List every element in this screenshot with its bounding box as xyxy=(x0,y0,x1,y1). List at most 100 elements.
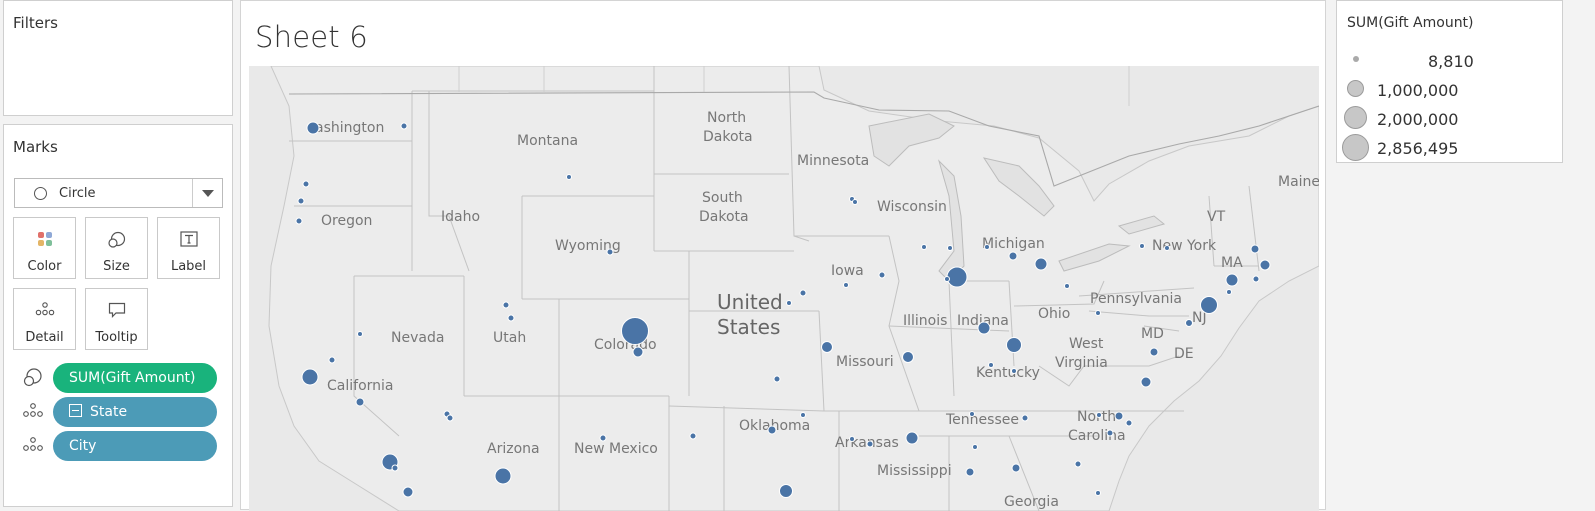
map-label: South xyxy=(702,190,743,206)
filters-title: Filters xyxy=(13,14,58,32)
city-mark xyxy=(295,217,303,225)
circle-icon xyxy=(34,187,47,200)
map-label: West xyxy=(1069,336,1104,352)
legend-value: 1,000,000 xyxy=(1377,81,1459,100)
map-label: California xyxy=(327,378,393,394)
dropdown-button[interactable] xyxy=(192,179,222,207)
city-mark xyxy=(988,362,994,368)
legend-item[interactable]: 8,810 xyxy=(1337,47,1562,73)
mark-type-dropdown[interactable]: Circle xyxy=(14,178,223,208)
state-pill-label: State xyxy=(90,404,128,420)
city-mark xyxy=(1225,273,1239,287)
map-label: ashington xyxy=(315,120,384,136)
city-mark xyxy=(852,199,858,205)
city-mark xyxy=(402,486,414,498)
city-mark xyxy=(965,467,975,477)
map-label: Tennessee xyxy=(945,412,1019,428)
city-mark xyxy=(1200,296,1218,314)
map-label: States xyxy=(717,315,780,339)
marks-card: Marks Circle Color Size Label Detail Too… xyxy=(3,124,233,507)
sum-gift-amount-pill[interactable]: SUM(Gift Amount) xyxy=(53,363,217,393)
map-label: Carolina xyxy=(1068,428,1126,444)
map-label: Oregon xyxy=(321,213,372,229)
city-mark xyxy=(977,321,991,335)
city-mark xyxy=(821,341,833,353)
map-label: Utah xyxy=(493,330,526,346)
legend-value: 8,810 xyxy=(1428,52,1474,71)
city-mark xyxy=(301,368,319,386)
city-mark xyxy=(1252,275,1260,283)
map-label: Pennsylvania xyxy=(1090,291,1182,307)
mark-type-label: Circle xyxy=(59,186,96,201)
city-mark xyxy=(1011,368,1017,374)
city-mark xyxy=(773,375,781,383)
city-mark xyxy=(944,276,950,282)
city-mark xyxy=(621,317,649,345)
size-label: Size xyxy=(103,259,130,274)
collapse-icon xyxy=(69,404,82,417)
city-mark xyxy=(946,266,968,288)
state-field-row: State xyxy=(18,397,218,427)
legend-size-symbol xyxy=(1342,134,1369,161)
map-label: Missouri xyxy=(836,354,894,370)
label-button[interactable]: Label xyxy=(157,217,220,279)
city-mark xyxy=(921,244,927,250)
map-label: North xyxy=(707,110,746,126)
legend-item[interactable]: 1,000,000 xyxy=(1337,76,1562,102)
color-button[interactable]: Color xyxy=(13,217,76,279)
map-view[interactable]: ashington Montana North Dakota Minnesota… xyxy=(249,66,1319,511)
city-mark xyxy=(357,331,363,337)
map-label: Idaho xyxy=(441,209,480,225)
city-mark xyxy=(1149,347,1159,357)
state-pill[interactable]: State xyxy=(53,397,217,427)
tooltip-button[interactable]: Tooltip xyxy=(85,288,148,350)
city-mark xyxy=(1008,251,1018,261)
city-mark xyxy=(328,356,336,364)
filters-shelf[interactable]: Filters xyxy=(3,0,233,116)
legend-size-symbol xyxy=(1353,56,1359,62)
map-label: New Mexico xyxy=(574,441,658,457)
tooltip-label: Tooltip xyxy=(95,330,138,345)
detail-button[interactable]: Detail xyxy=(13,288,76,350)
city-mark xyxy=(878,271,886,279)
city-mark xyxy=(400,122,408,130)
legend-item[interactable]: 2,000,000 xyxy=(1337,105,1562,131)
city-mark xyxy=(297,197,305,205)
city-mark xyxy=(866,440,874,448)
city-mark xyxy=(1011,463,1021,473)
city-pill[interactable]: City xyxy=(53,431,217,461)
city-mark xyxy=(1259,259,1271,271)
city-mark xyxy=(902,351,914,363)
city-mark xyxy=(355,397,365,407)
map-canvas[interactable]: ashington Montana North Dakota Minnesota… xyxy=(249,66,1319,511)
size-button[interactable]: Size xyxy=(85,217,148,279)
map-label: Dakota xyxy=(699,209,749,225)
map-label: Illinois xyxy=(903,313,947,329)
detail-icon xyxy=(22,402,44,422)
legend-size-symbol xyxy=(1344,106,1367,129)
label-label: Label xyxy=(170,259,207,274)
tooltip-icon xyxy=(86,302,147,322)
city-mark xyxy=(767,425,777,435)
map-label: Wisconsin xyxy=(877,199,947,215)
legend-item[interactable]: 2,856,495 xyxy=(1337,134,1562,161)
legend-value: 2,000,000 xyxy=(1377,110,1459,129)
color-icon xyxy=(14,231,75,251)
city-mark xyxy=(507,314,515,322)
city-mark xyxy=(306,121,320,135)
city-mark xyxy=(969,411,975,417)
city-mark xyxy=(1106,429,1114,437)
size-icon xyxy=(22,368,44,388)
map-label: Kentucky xyxy=(976,365,1040,381)
city-mark xyxy=(972,444,978,450)
map-label: Michigan xyxy=(982,236,1045,252)
worksheet: Sheet 6 ashington Montana North Dakota M… xyxy=(240,0,1326,511)
detail-icon xyxy=(14,302,75,322)
size-legend: SUM(Gift Amount) 8,810 1,000,000 2,000,0… xyxy=(1336,0,1563,163)
city-mark xyxy=(984,244,990,250)
city-mark xyxy=(632,346,644,358)
map-label: United xyxy=(717,290,783,314)
map-label: New York xyxy=(1152,238,1217,254)
map-label: DE xyxy=(1174,346,1194,362)
city-mark xyxy=(599,434,607,442)
